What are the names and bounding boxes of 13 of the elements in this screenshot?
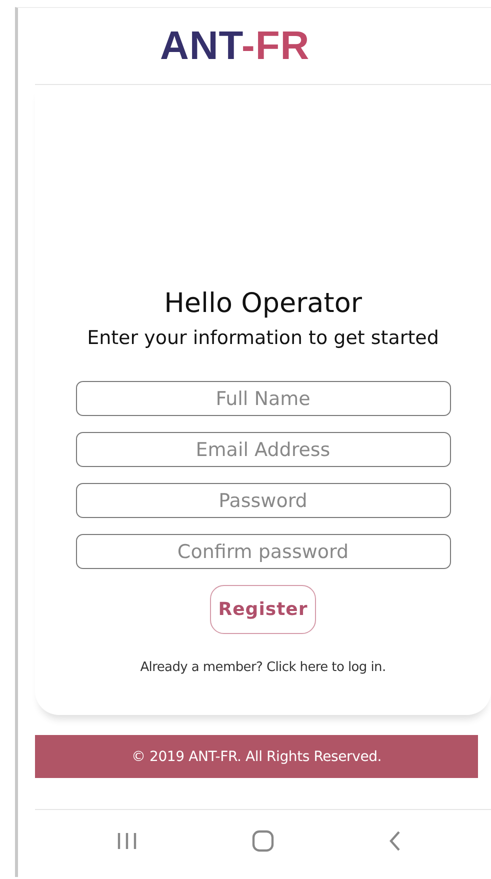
register-button[interactable]: Register [210, 585, 316, 634]
home-icon[interactable] [252, 830, 274, 852]
heading: Hello Operator [164, 287, 362, 321]
input-field[interactable]: Email Address [76, 432, 450, 467]
input-field[interactable]: Full Name [76, 381, 450, 416]
subheading: Enter your information to get started [87, 326, 439, 351]
input-field[interactable]: Confirm password [76, 534, 450, 569]
logo: ANT-FR [160, 23, 310, 69]
recent-apps-icon[interactable] [117, 832, 137, 850]
back-icon[interactable] [389, 831, 401, 851]
input-field[interactable]: Password [76, 483, 450, 518]
copyright-text: © 2019 ANT-FR. All Rights Reserved. [131, 748, 382, 764]
login-link[interactable]: Already a member? Click here to log in. [140, 660, 386, 675]
